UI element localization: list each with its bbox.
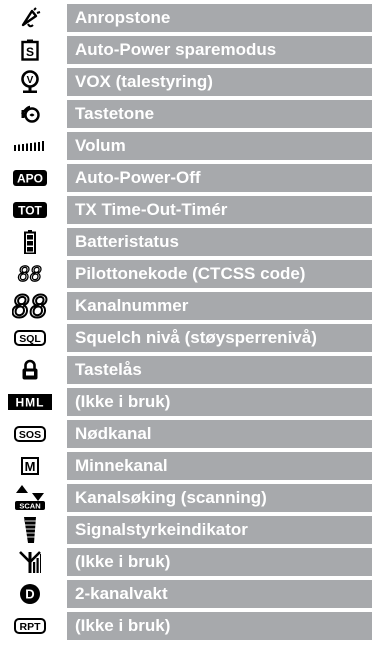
legend-row: HML (Ikke i bruk) bbox=[0, 388, 376, 416]
legend-row: RPT (Ikke i bruk) bbox=[0, 612, 376, 640]
apo-badge-icon: APO bbox=[0, 164, 60, 192]
legend-row: TOT TX Time-Out-Timér bbox=[0, 196, 376, 224]
legend-row: Volum bbox=[0, 132, 376, 160]
power-save-s-icon: S bbox=[0, 36, 60, 64]
svg-text:D: D bbox=[25, 587, 34, 602]
svg-text:88: 88 bbox=[12, 292, 48, 320]
legend-label: Kanalsøking (scanning) bbox=[67, 484, 372, 512]
legend-row: SOS Nødkanal bbox=[0, 420, 376, 448]
legend-row: SCAN Kanalsøking (scanning) bbox=[0, 484, 376, 512]
svg-text:TOT: TOT bbox=[18, 204, 42, 218]
legend-label: Squelch nivå (støysperrenivå) bbox=[67, 324, 372, 352]
svg-text:SQL: SQL bbox=[19, 333, 41, 345]
legend-row: Tastelås bbox=[0, 356, 376, 384]
lcd-icon-legend: Anropstone S Auto-Power sparemodus V VOX… bbox=[0, 0, 376, 646]
legend-label: Auto-Power-Off bbox=[67, 164, 372, 192]
antenna-icon bbox=[0, 548, 60, 576]
legend-row: 88 Pilottonekode (CTCSS code) bbox=[0, 260, 376, 288]
svg-text:HML: HML bbox=[16, 396, 45, 410]
legend-label: Kanalnummer bbox=[67, 292, 372, 320]
battery-icon bbox=[0, 228, 60, 256]
legend-label: VOX (talestyring) bbox=[67, 68, 372, 96]
legend-label: Tastelås bbox=[67, 356, 372, 384]
tot-badge-icon: TOT bbox=[0, 196, 60, 224]
sos-badge-icon: SOS bbox=[0, 420, 60, 448]
svg-text:RPT: RPT bbox=[20, 621, 42, 633]
svg-text:M: M bbox=[25, 459, 36, 474]
legend-label: Tastetone bbox=[67, 100, 372, 128]
small-lcd-digits-icon: 88 bbox=[0, 260, 60, 288]
legend-label: Anropstone bbox=[67, 4, 372, 32]
key-tone-speaker-icon bbox=[0, 100, 60, 128]
legend-row: V VOX (talestyring) bbox=[0, 68, 376, 96]
legend-label: (Ikke i bruk) bbox=[67, 612, 372, 640]
legend-label: Pilottonekode (CTCSS code) bbox=[67, 260, 372, 288]
legend-label: TX Time-Out-Timér bbox=[67, 196, 372, 224]
svg-text:APO: APO bbox=[17, 172, 43, 186]
scan-arrows-icon: SCAN bbox=[0, 484, 60, 512]
vox-microphone-icon: V bbox=[0, 68, 60, 96]
rpt-badge-icon: RPT bbox=[0, 612, 60, 640]
sql-badge-icon: SQL bbox=[0, 324, 60, 352]
legend-label: Nødkanal bbox=[67, 420, 372, 448]
signal-strength-icon bbox=[0, 516, 60, 544]
lock-icon bbox=[0, 356, 60, 384]
legend-label: (Ikke i bruk) bbox=[67, 548, 372, 576]
svg-text:SCAN: SCAN bbox=[19, 502, 40, 511]
legend-row: Signalstyrkeindikator bbox=[0, 516, 376, 544]
legend-label: Minnekanal bbox=[67, 452, 372, 480]
legend-row: (Ikke i bruk) bbox=[0, 548, 376, 576]
svg-text:SOS: SOS bbox=[19, 429, 41, 441]
legend-row: Anropstone bbox=[0, 4, 376, 32]
legend-row: S Auto-Power sparemodus bbox=[0, 36, 376, 64]
svg-text:V: V bbox=[27, 75, 34, 86]
legend-row: 88 Kanalnummer bbox=[0, 292, 376, 320]
legend-label: 2-kanalvakt bbox=[67, 580, 372, 608]
svg-text:88: 88 bbox=[18, 263, 42, 285]
legend-label: (Ikke i bruk) bbox=[67, 388, 372, 416]
legend-label: Volum bbox=[67, 132, 372, 160]
legend-row: Tastetone bbox=[0, 100, 376, 128]
volume-bars-icon bbox=[0, 132, 60, 160]
bell-ringing-icon bbox=[0, 4, 60, 32]
legend-row: M Minnekanal bbox=[0, 452, 376, 480]
large-lcd-digits-icon: 88 bbox=[0, 292, 60, 320]
dual-watch-d-icon: D bbox=[0, 580, 60, 608]
legend-label: Batteristatus bbox=[67, 228, 372, 256]
legend-label: Signalstyrkeindikator bbox=[67, 516, 372, 544]
legend-row: Batteristatus bbox=[0, 228, 376, 256]
legend-label: Auto-Power sparemodus bbox=[67, 36, 372, 64]
legend-row: APO Auto-Power-Off bbox=[0, 164, 376, 192]
legend-row: SQL Squelch nivå (støysperrenivå) bbox=[0, 324, 376, 352]
legend-row: D 2-kanalvakt bbox=[0, 580, 376, 608]
svg-text:S: S bbox=[26, 45, 34, 59]
hml-power-icon: HML bbox=[0, 388, 60, 416]
memory-m-icon: M bbox=[0, 452, 60, 480]
